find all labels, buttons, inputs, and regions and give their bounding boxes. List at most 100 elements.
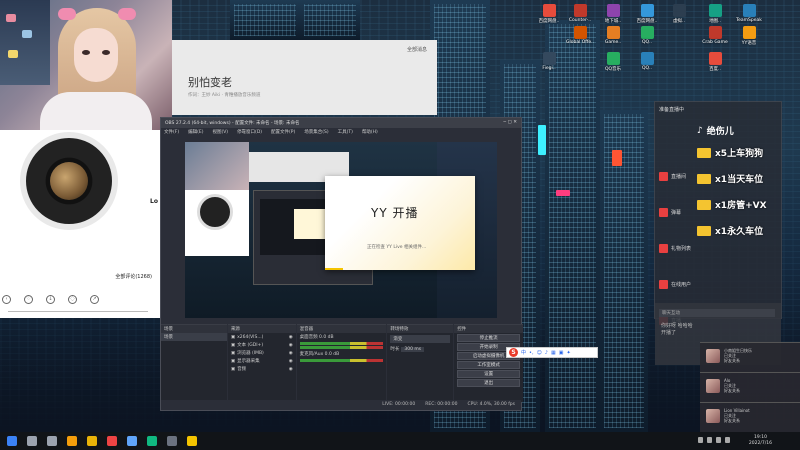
progress-bar[interactable] bbox=[8, 311, 148, 312]
desktop-shortcut-label: 百度网盘.. bbox=[636, 19, 658, 24]
obs-menu-item[interactable]: 帮助(H) bbox=[362, 129, 378, 135]
all-messages-label[interactable]: 全部消息 bbox=[407, 46, 427, 53]
source-item[interactable]: ▣ 文本 (GDI+) ◉ bbox=[228, 341, 296, 349]
tray-clock[interactable]: 19:10 2022/7/16 bbox=[749, 435, 772, 447]
tools-icon[interactable]: ✦ bbox=[566, 350, 570, 356]
desktop-shortcut[interactable]: QQ音乐 bbox=[598, 52, 628, 76]
tray-icons bbox=[698, 437, 730, 443]
tray-icon[interactable] bbox=[698, 437, 703, 443]
obs-taskbar-button[interactable] bbox=[164, 434, 180, 448]
desktop-shortcut-label: Counter-.. bbox=[568, 18, 592, 23]
desktop-shortcut[interactable]: Game.. bbox=[598, 26, 628, 50]
source-item[interactable]: ▣ 显示器采集 ◉ bbox=[228, 357, 296, 365]
skin-icon[interactable]: ▣ bbox=[559, 350, 564, 356]
tray-icon[interactable] bbox=[725, 437, 730, 443]
obs-control-button[interactable]: 设置 bbox=[457, 370, 520, 378]
tray-icon[interactable] bbox=[716, 437, 721, 443]
chrome-taskbar-button[interactable] bbox=[64, 434, 80, 448]
obs-menu-item[interactable]: 配置文件(P) bbox=[271, 129, 295, 135]
keyboard-icon[interactable]: ▦ bbox=[551, 350, 556, 356]
desktop-shortcut-label: Game.. bbox=[604, 40, 622, 45]
desktop-shortcut[interactable]: 地图.. bbox=[700, 4, 730, 28]
obs-statusbar: LIVE: 00:00:00 REC: 00:00:00 CPU: 4.0%, … bbox=[161, 400, 521, 410]
ime-toolbar[interactable]: S 中 •, ☺ ♪ ▦ ▣ ✦ bbox=[506, 347, 598, 358]
obs-menu-item[interactable]: 视图(V) bbox=[212, 129, 228, 135]
desktop-shortcut[interactable]: Counter-.. bbox=[565, 4, 595, 28]
preview-music bbox=[185, 190, 249, 256]
punct-icon[interactable]: •, bbox=[529, 350, 534, 356]
desktop-shortcut[interactable]: 百度网盘.. bbox=[534, 4, 564, 28]
desktop-shortcut[interactable]: 百度网盘.. bbox=[632, 4, 662, 28]
scene-item[interactable]: 场景 bbox=[161, 333, 227, 341]
emoji-icon[interactable]: ☺ bbox=[537, 350, 542, 356]
explorer-taskbar-button[interactable] bbox=[84, 434, 100, 448]
notification-card[interactable]: Alo 已关注 好友关系 bbox=[700, 372, 800, 402]
download-icon[interactable]: ↓ bbox=[46, 295, 55, 304]
obs-menu-item[interactable]: 停靠窗口(D) bbox=[237, 129, 262, 135]
app-icon bbox=[542, 52, 556, 65]
window-controls[interactable]: ─ ▢ ✕ bbox=[503, 120, 517, 126]
task-view-taskbar-button[interactable] bbox=[44, 434, 60, 448]
obs-menu-item[interactable]: 编辑(E) bbox=[188, 129, 203, 135]
side-row[interactable]: 直播间 bbox=[659, 172, 686, 181]
share-icon[interactable]: ↗ bbox=[90, 295, 99, 304]
visibility-icon[interactable]: ◉ bbox=[289, 335, 293, 340]
duration-input[interactable]: 300 ms bbox=[401, 346, 425, 352]
side-row-label: 在线用户 bbox=[671, 282, 692, 288]
notification-card[interactable]: 小南姐生日快乐 已关注 好友关系 bbox=[700, 342, 800, 372]
duration-row: 时长 300 ms bbox=[387, 345, 453, 353]
comment-icon[interactable]: ◌ bbox=[68, 295, 77, 304]
desktop-shortcut[interactable]: Global Offe.. bbox=[565, 26, 595, 50]
kugou-taskbar-button[interactable] bbox=[144, 434, 160, 448]
dislike-icon[interactable]: ‹ bbox=[2, 295, 11, 304]
visibility-icon[interactable]: ◉ bbox=[289, 343, 293, 348]
desktop-shortcut[interactable]: 虚拟.. bbox=[664, 4, 694, 28]
obs-menu-item[interactable]: 场景集合(S) bbox=[304, 129, 328, 135]
hair-bow bbox=[118, 8, 136, 20]
ime-mode[interactable]: 中 bbox=[521, 349, 526, 356]
desktop-shortcut[interactable]: Crab Game bbox=[700, 26, 730, 50]
visibility-icon[interactable]: ◉ bbox=[289, 367, 293, 372]
desktop-shortcut[interactable]: 百度.. bbox=[700, 52, 730, 76]
search-taskbar-button[interactable] bbox=[24, 434, 40, 448]
source-item[interactable]: ▣ 音频 ◉ bbox=[228, 365, 296, 373]
obs-control-button[interactable]: 工作室模式 bbox=[457, 361, 520, 369]
comments-link[interactable]: 全部评论(1268) bbox=[115, 273, 152, 280]
gift-row: x1房管+VX bbox=[697, 198, 767, 211]
side-row[interactable]: 在线用户 bbox=[659, 280, 691, 289]
windows-start-taskbar-button[interactable] bbox=[4, 434, 20, 448]
steam-taskbar-button[interactable] bbox=[124, 434, 140, 448]
desktop-shortcut[interactable]: QQ.. bbox=[632, 52, 662, 76]
desktop-shortcut[interactable]: Fiegi.. bbox=[534, 52, 564, 76]
visibility-icon[interactable]: ◉ bbox=[289, 359, 293, 364]
heart-icon[interactable]: ♡ bbox=[24, 295, 33, 304]
side-row[interactable]: 礼物列表 bbox=[659, 244, 691, 253]
app-icon bbox=[542, 4, 556, 17]
side-row-label: 弹幕 bbox=[671, 210, 682, 216]
sogou-icon[interactable]: S bbox=[509, 348, 518, 357]
tray-icon[interactable] bbox=[707, 437, 712, 443]
yy-launch-dialog: YY 开播 正在检查 YY Live 相关组件... bbox=[325, 176, 475, 270]
obs-control-button[interactable]: 退出 bbox=[457, 379, 520, 387]
desktop-shortcut[interactable]: 地下城.. bbox=[598, 4, 628, 28]
mixer-track-mic: 麦克风/Aux 0.0 dB bbox=[299, 352, 340, 357]
obs-titlebar[interactable]: OBS 27.2.4 (64-bit, windows) - 配置文件: 未命名… bbox=[161, 118, 521, 128]
notification-card[interactable]: Lion Villainot 已关注 好友关系 bbox=[700, 402, 800, 432]
app-icon bbox=[640, 26, 654, 39]
obs-menu-item[interactable]: 文件(F) bbox=[164, 129, 179, 135]
desktop-shortcut[interactable]: YY语音 bbox=[734, 26, 764, 50]
transition-select[interactable]: 渐变 bbox=[390, 335, 451, 343]
chat-input[interactable]: 聊天互动 bbox=[659, 309, 775, 317]
source-item[interactable]: ▣ x264(VIS...) ◉ bbox=[228, 333, 296, 341]
side-row[interactable]: 弹幕 bbox=[659, 208, 681, 217]
desktop-shortcut[interactable]: TeamSpeak bbox=[734, 4, 764, 28]
mic-icon[interactable]: ♪ bbox=[545, 350, 548, 356]
visibility-icon[interactable]: ◉ bbox=[289, 351, 293, 356]
desktop-shortcut[interactable]: QQ.. bbox=[632, 26, 662, 50]
netease-taskbar-button[interactable] bbox=[104, 434, 120, 448]
kugou-icon bbox=[147, 436, 157, 446]
yy-taskbar-button[interactable] bbox=[184, 434, 200, 448]
obs-menu-item[interactable]: 工具(T) bbox=[338, 129, 353, 135]
source-item[interactable]: ▣ 浏览器 (IMB) ◉ bbox=[228, 349, 296, 357]
obs-control-button[interactable]: 停止推流 bbox=[457, 334, 520, 342]
